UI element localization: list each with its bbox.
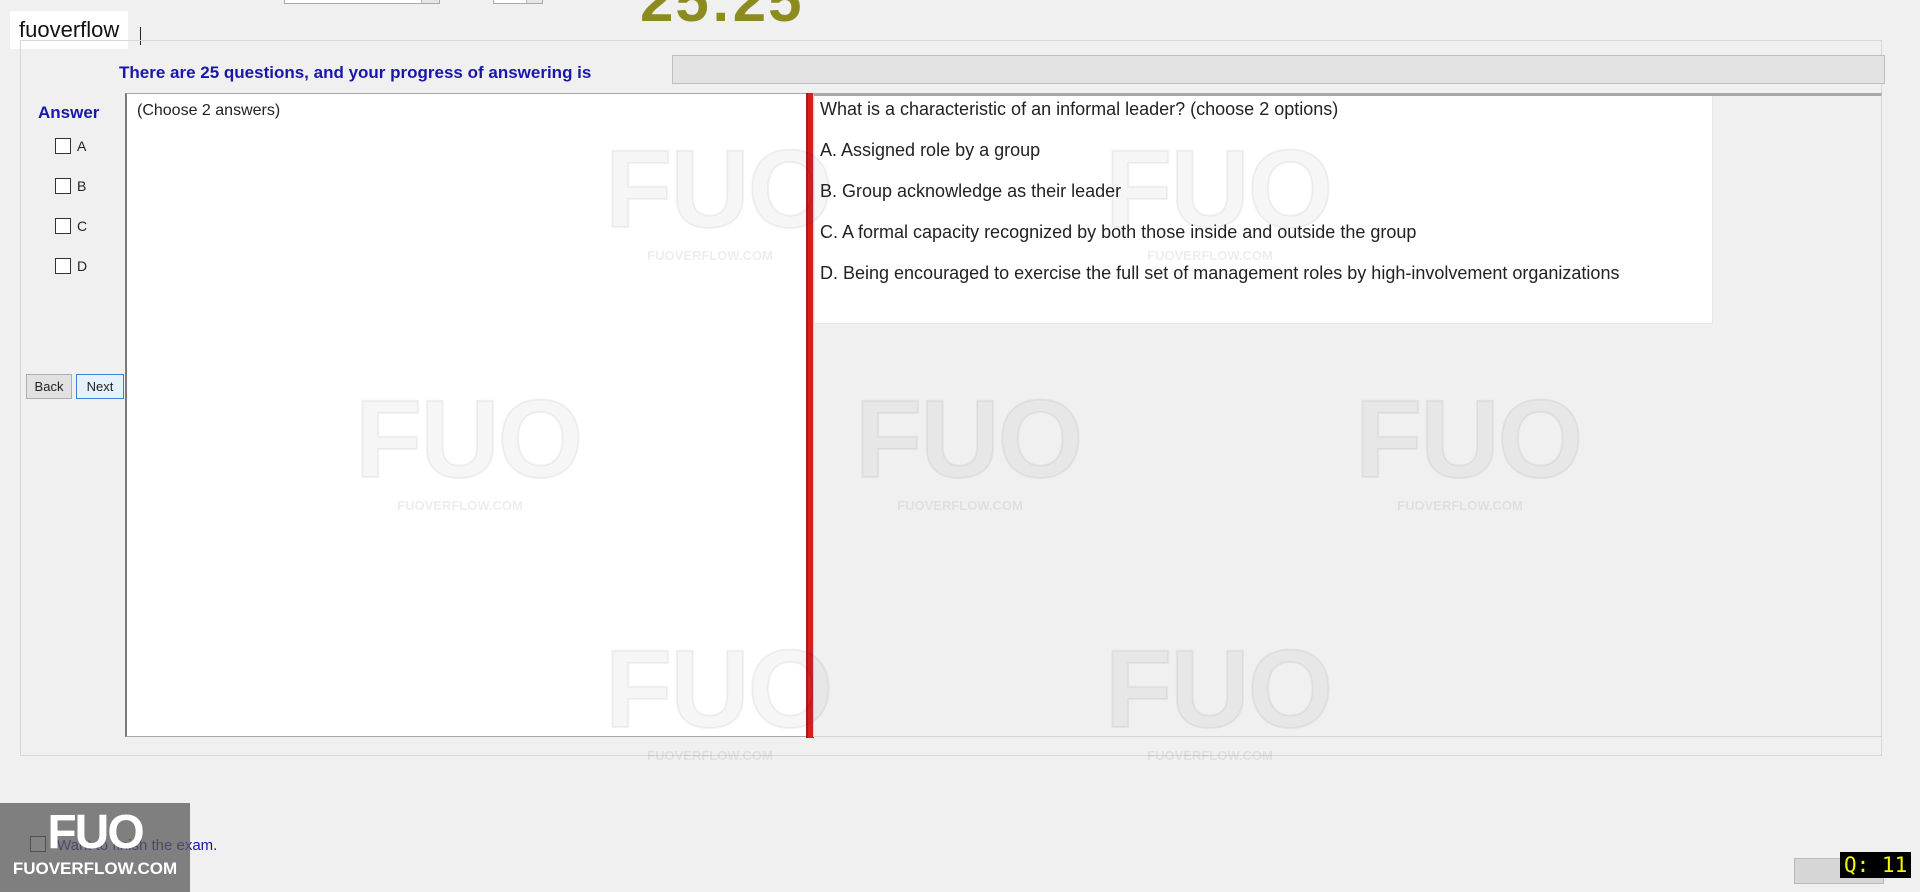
answer-hint: (Choose 2 answers) [137, 102, 281, 119]
answer-option-d[interactable]: D [55, 258, 87, 274]
answer-option-b[interactable]: B [55, 178, 86, 194]
dropdown-arrow-icon[interactable] [526, 0, 542, 3]
logo-mark: FUO [47, 806, 144, 859]
progress-bar [672, 55, 1885, 84]
choice-b: B. Group acknowledge as their leader [820, 181, 1122, 201]
checkbox[interactable] [55, 138, 71, 154]
checkbox[interactable] [55, 218, 71, 234]
top-small-dropdown[interactable] [493, 0, 543, 4]
option-label: A [77, 138, 87, 154]
question-box: What is a characteristic of an informal … [815, 96, 1713, 324]
answer-title: Answer [38, 103, 100, 122]
top-dropdown[interactable] [284, 0, 440, 4]
progress-label: There are 25 questions, and your progres… [119, 63, 592, 82]
next-button[interactable]: Next [76, 374, 124, 399]
logo-text: FUOVERFLOW.COM [12, 859, 178, 878]
back-button[interactable]: Back [26, 374, 72, 399]
checkbox[interactable] [55, 178, 71, 194]
answer-text-area[interactable]: (Choose 2 answers) [125, 93, 809, 737]
question-text: What is a characteristic of an informal … [820, 99, 1339, 119]
dropdown-arrow-icon[interactable] [421, 0, 439, 3]
site-logo: FUO FUOVERFLOW.COM [0, 803, 190, 892]
question-number-badge: Q: 11 [1840, 852, 1912, 878]
option-label: D [77, 258, 88, 274]
choice-a: A. Assigned role by a group [820, 140, 1041, 160]
answer-option-c[interactable]: C [55, 218, 87, 234]
choice-c: C. A formal capacity recognized by both … [820, 222, 1417, 242]
checkbox[interactable] [55, 258, 71, 274]
exam-timer: 25:25 [640, 0, 804, 34]
option-label: C [77, 218, 88, 234]
option-label: B [77, 178, 87, 194]
choice-d: D. Being encouraged to exercise the full… [820, 263, 1620, 283]
answer-option-a[interactable]: A [55, 138, 86, 154]
